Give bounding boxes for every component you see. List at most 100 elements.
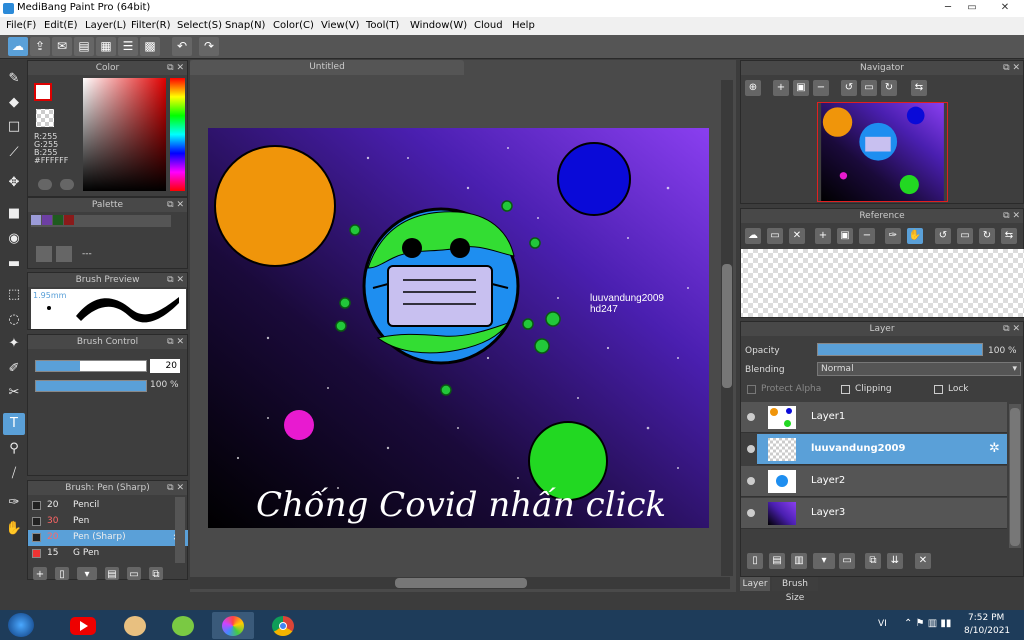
transparent-swatch[interactable] <box>36 109 54 127</box>
brush-item-pen[interactable]: 30 Pen <box>28 514 188 530</box>
menu-view[interactable]: View(V) <box>321 20 359 31</box>
zoom-in-icon[interactable]: + <box>773 80 789 96</box>
color-wheel-icon[interactable] <box>60 179 74 190</box>
brush-size-field[interactable]: 20 <box>150 359 180 373</box>
cloud-icon[interactable]: ☁ <box>8 37 28 56</box>
move-tool-icon[interactable]: ✥ <box>3 172 25 194</box>
share-icon[interactable]: ⇪ <box>30 37 50 56</box>
menu-tool[interactable]: Tool(T) <box>366 20 399 31</box>
layer-row-luuvandung2009[interactable]: luuvandung2009 ✲ <box>747 434 1007 465</box>
rotate-right-icon[interactable]: ↻ <box>881 80 897 96</box>
panel-controls-icon[interactable]: ⧉ ✕ <box>167 335 184 349</box>
copy-icon[interactable]: ⧉ <box>149 567 163 580</box>
select-pen-tool-icon[interactable]: ✐ <box>3 358 25 380</box>
document-icon[interactable]: ▦ <box>96 37 116 56</box>
folder-icon[interactable]: ▭ <box>839 553 855 569</box>
new-halftone-layer-icon[interactable]: ▤ <box>769 553 785 569</box>
redo-icon[interactable]: ↷ <box>199 37 219 56</box>
reset-rotation-icon[interactable]: ▭ <box>861 80 877 96</box>
layer-row-layer3[interactable]: Layer3 <box>741 498 1007 529</box>
trash-icon[interactable]: ✕ <box>915 553 931 569</box>
panel-controls-icon[interactable]: ⧉ ✕ <box>167 481 184 495</box>
reset-rotation-icon[interactable]: ▭ <box>957 228 973 244</box>
select-eraser-tool-icon[interactable]: ✂ <box>3 382 25 404</box>
cloud-icon[interactable]: ☁ <box>745 228 761 244</box>
zoom-in-icon[interactable]: + <box>815 228 831 244</box>
language-indicator[interactable]: VI <box>878 619 887 629</box>
clock-time[interactable]: 7:52 PM <box>968 613 1004 623</box>
zoom-icon[interactable]: ⊕ <box>745 80 761 96</box>
menu-select[interactable]: Select(S) <box>177 20 222 31</box>
rotate-left-icon[interactable]: ↺ <box>841 80 857 96</box>
clipping-checkbox[interactable] <box>841 385 850 394</box>
panel-controls-icon[interactable]: ⧉ ✕ <box>167 273 184 287</box>
palette-swatch[interactable] <box>64 215 74 225</box>
medibang-icon[interactable] <box>212 612 254 639</box>
tray-icons[interactable]: ⌃ ⚑ ▥ ▮▮ <box>904 618 951 629</box>
brush-tool-icon[interactable]: ✎ <box>3 68 25 90</box>
add-palette-icon[interactable] <box>36 246 52 262</box>
trash-icon[interactable] <box>56 246 72 262</box>
artwork-canvas[interactable]: luuvandung2009 hd247 Chống Covid nhấn cl… <box>208 128 709 528</box>
navigator-thumbnail[interactable] <box>817 102 948 202</box>
bucket-tool-icon[interactable]: ◉ <box>3 228 25 250</box>
minimize-button[interactable]: ─ <box>938 1 958 14</box>
close-icon[interactable]: ✕ <box>789 228 805 244</box>
reference-canvas[interactable] <box>741 249 1024 317</box>
folder-icon[interactable]: ▭ <box>767 228 783 244</box>
panel-controls-icon[interactable]: ⧉ ✕ <box>1003 322 1020 336</box>
line-tool-icon[interactable]: ⟋ <box>3 142 25 164</box>
layer-row-layer1[interactable]: Layer1 <box>741 402 1007 433</box>
color-mode-icon[interactable] <box>38 179 52 190</box>
blending-select[interactable]: Normal ▾ <box>817 362 1021 376</box>
brush-item-g-pen[interactable]: 15 G Pen <box>28 546 188 562</box>
hand-icon[interactable]: ✋ <box>907 228 923 244</box>
chrome-icon[interactable] <box>262 612 304 639</box>
magic-wand-tool-icon[interactable]: ✦ <box>3 333 25 355</box>
layer-scrollbar[interactable] <box>1009 404 1021 548</box>
saturation-picker[interactable] <box>83 78 166 191</box>
eyedropper-tool-icon[interactable]: ✑ <box>3 492 25 514</box>
menu-help[interactable]: Help <box>512 20 535 31</box>
new-brush-icon[interactable]: ▯ <box>55 567 69 580</box>
menu-edit[interactable]: Edit(E) <box>44 20 78 31</box>
flip-icon[interactable]: ⇆ <box>1001 228 1017 244</box>
menu-window[interactable]: Window(W) <box>410 20 467 31</box>
foreground-color-swatch[interactable] <box>34 83 52 101</box>
brush-menu-icon[interactable]: ▾ <box>77 567 97 580</box>
add-layer-menu-icon[interactable]: ▾ <box>813 553 835 569</box>
zoom-out-icon[interactable]: − <box>859 228 875 244</box>
rotate-right-icon[interactable]: ↻ <box>979 228 995 244</box>
layer-row-layer2[interactable]: Layer2 <box>741 466 1007 497</box>
eye-icon[interactable] <box>747 477 755 485</box>
chat-icon[interactable]: ✉ <box>52 37 72 56</box>
rotate-left-icon[interactable]: ↺ <box>935 228 951 244</box>
comment-icon[interactable]: ▤ <box>74 37 94 56</box>
divide-tool-icon[interactable]: ⧸ <box>3 463 25 485</box>
gear-icon[interactable]: ✲ <box>989 441 1000 456</box>
hue-slider[interactable] <box>170 78 185 191</box>
fit-icon[interactable]: ▣ <box>793 80 809 96</box>
protect-alpha-checkbox[interactable] <box>747 385 756 394</box>
clock-date[interactable]: 8/10/2021 <box>964 626 1010 636</box>
panel-controls-icon[interactable]: ⧉ ✕ <box>167 61 184 75</box>
brush-opacity-slider[interactable] <box>35 380 147 392</box>
eyedropper-icon[interactable]: ✑ <box>885 228 901 244</box>
flip-icon[interactable]: ⇆ <box>911 80 927 96</box>
eye-icon[interactable] <box>747 413 755 421</box>
lock-checkbox[interactable] <box>934 385 943 394</box>
brush-item-pencil[interactable]: 20 Pencil <box>28 498 188 514</box>
palette-swatch[interactable] <box>42 215 52 225</box>
tab-layer[interactable]: Layer <box>740 577 770 591</box>
tab-brush-size[interactable]: Brush Size <box>772 577 818 603</box>
lasso-tool-icon[interactable]: ◌ <box>3 309 25 331</box>
undo-icon[interactable]: ↶ <box>172 37 192 56</box>
vertical-scrollbar[interactable] <box>721 80 733 576</box>
brush-size-slider[interactable] <box>35 360 147 372</box>
eraser-tool-icon[interactable]: ◆ <box>3 92 25 114</box>
panel-controls-icon[interactable]: ⧉ ✕ <box>1003 209 1020 223</box>
text-tool-icon[interactable]: T <box>3 413 25 435</box>
green-app-icon[interactable] <box>162 612 204 639</box>
hand-tool-icon[interactable]: ✋ <box>3 518 25 540</box>
palette-swatch[interactable] <box>31 215 41 225</box>
